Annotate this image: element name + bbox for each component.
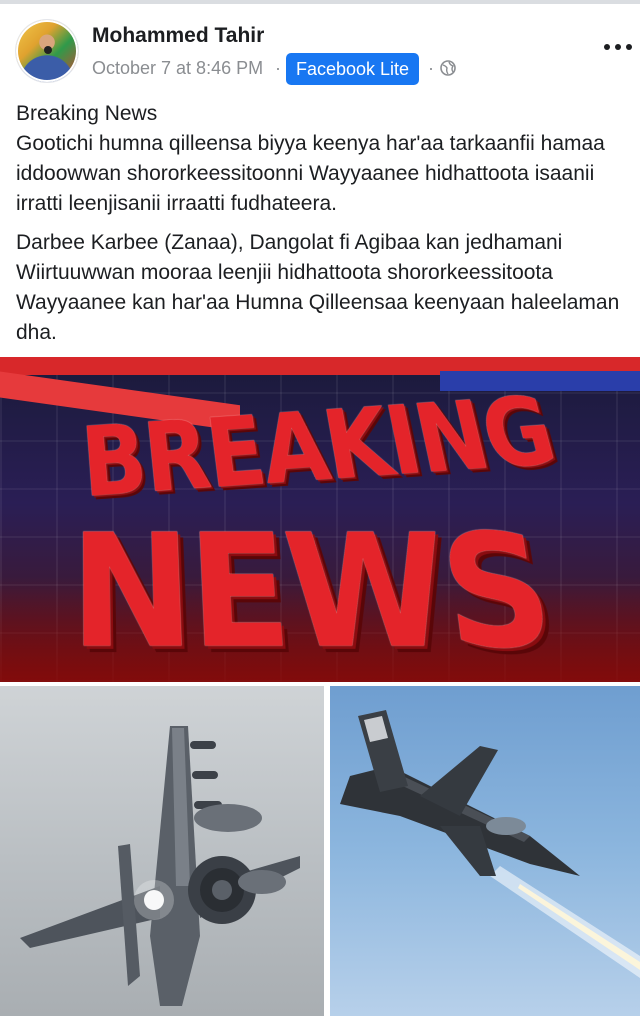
fighter-jet-icon bbox=[20, 726, 300, 1006]
microphone-icon bbox=[44, 46, 52, 54]
fighter-jet-icon bbox=[340, 710, 640, 978]
fighter-jet-photo-1[interactable] bbox=[0, 686, 324, 1016]
post-paragraph: Darbee Karbee (Zanaa), Dangolat fi Agiba… bbox=[16, 231, 620, 344]
author-avatar[interactable] bbox=[16, 20, 78, 82]
separator-dot: · bbox=[275, 58, 281, 78]
author-name[interactable]: Mohammed Tahir bbox=[92, 24, 264, 48]
post-header: Mohammed Tahir October 7 at 8:46 PM · Fa… bbox=[0, 4, 640, 90]
more-options-icon[interactable] bbox=[604, 40, 634, 54]
news-text: NEWS bbox=[70, 503, 561, 682]
globe-icon bbox=[440, 60, 456, 76]
facebook-lite-badge: Facebook Lite bbox=[286, 53, 420, 85]
post-body: Breaking News Gootichi humna qilleensa b… bbox=[16, 99, 626, 348]
fighter-jet-photo-2[interactable] bbox=[330, 686, 640, 1016]
post-paragraph: Breaking News Gootichi humna qilleensa b… bbox=[16, 102, 605, 215]
separator-dot: · bbox=[428, 58, 434, 78]
post-timestamp[interactable]: October 7 at 8:46 PM bbox=[92, 58, 263, 79]
breaking-news-image[interactable]: BREAKING NEWS bbox=[0, 357, 640, 682]
